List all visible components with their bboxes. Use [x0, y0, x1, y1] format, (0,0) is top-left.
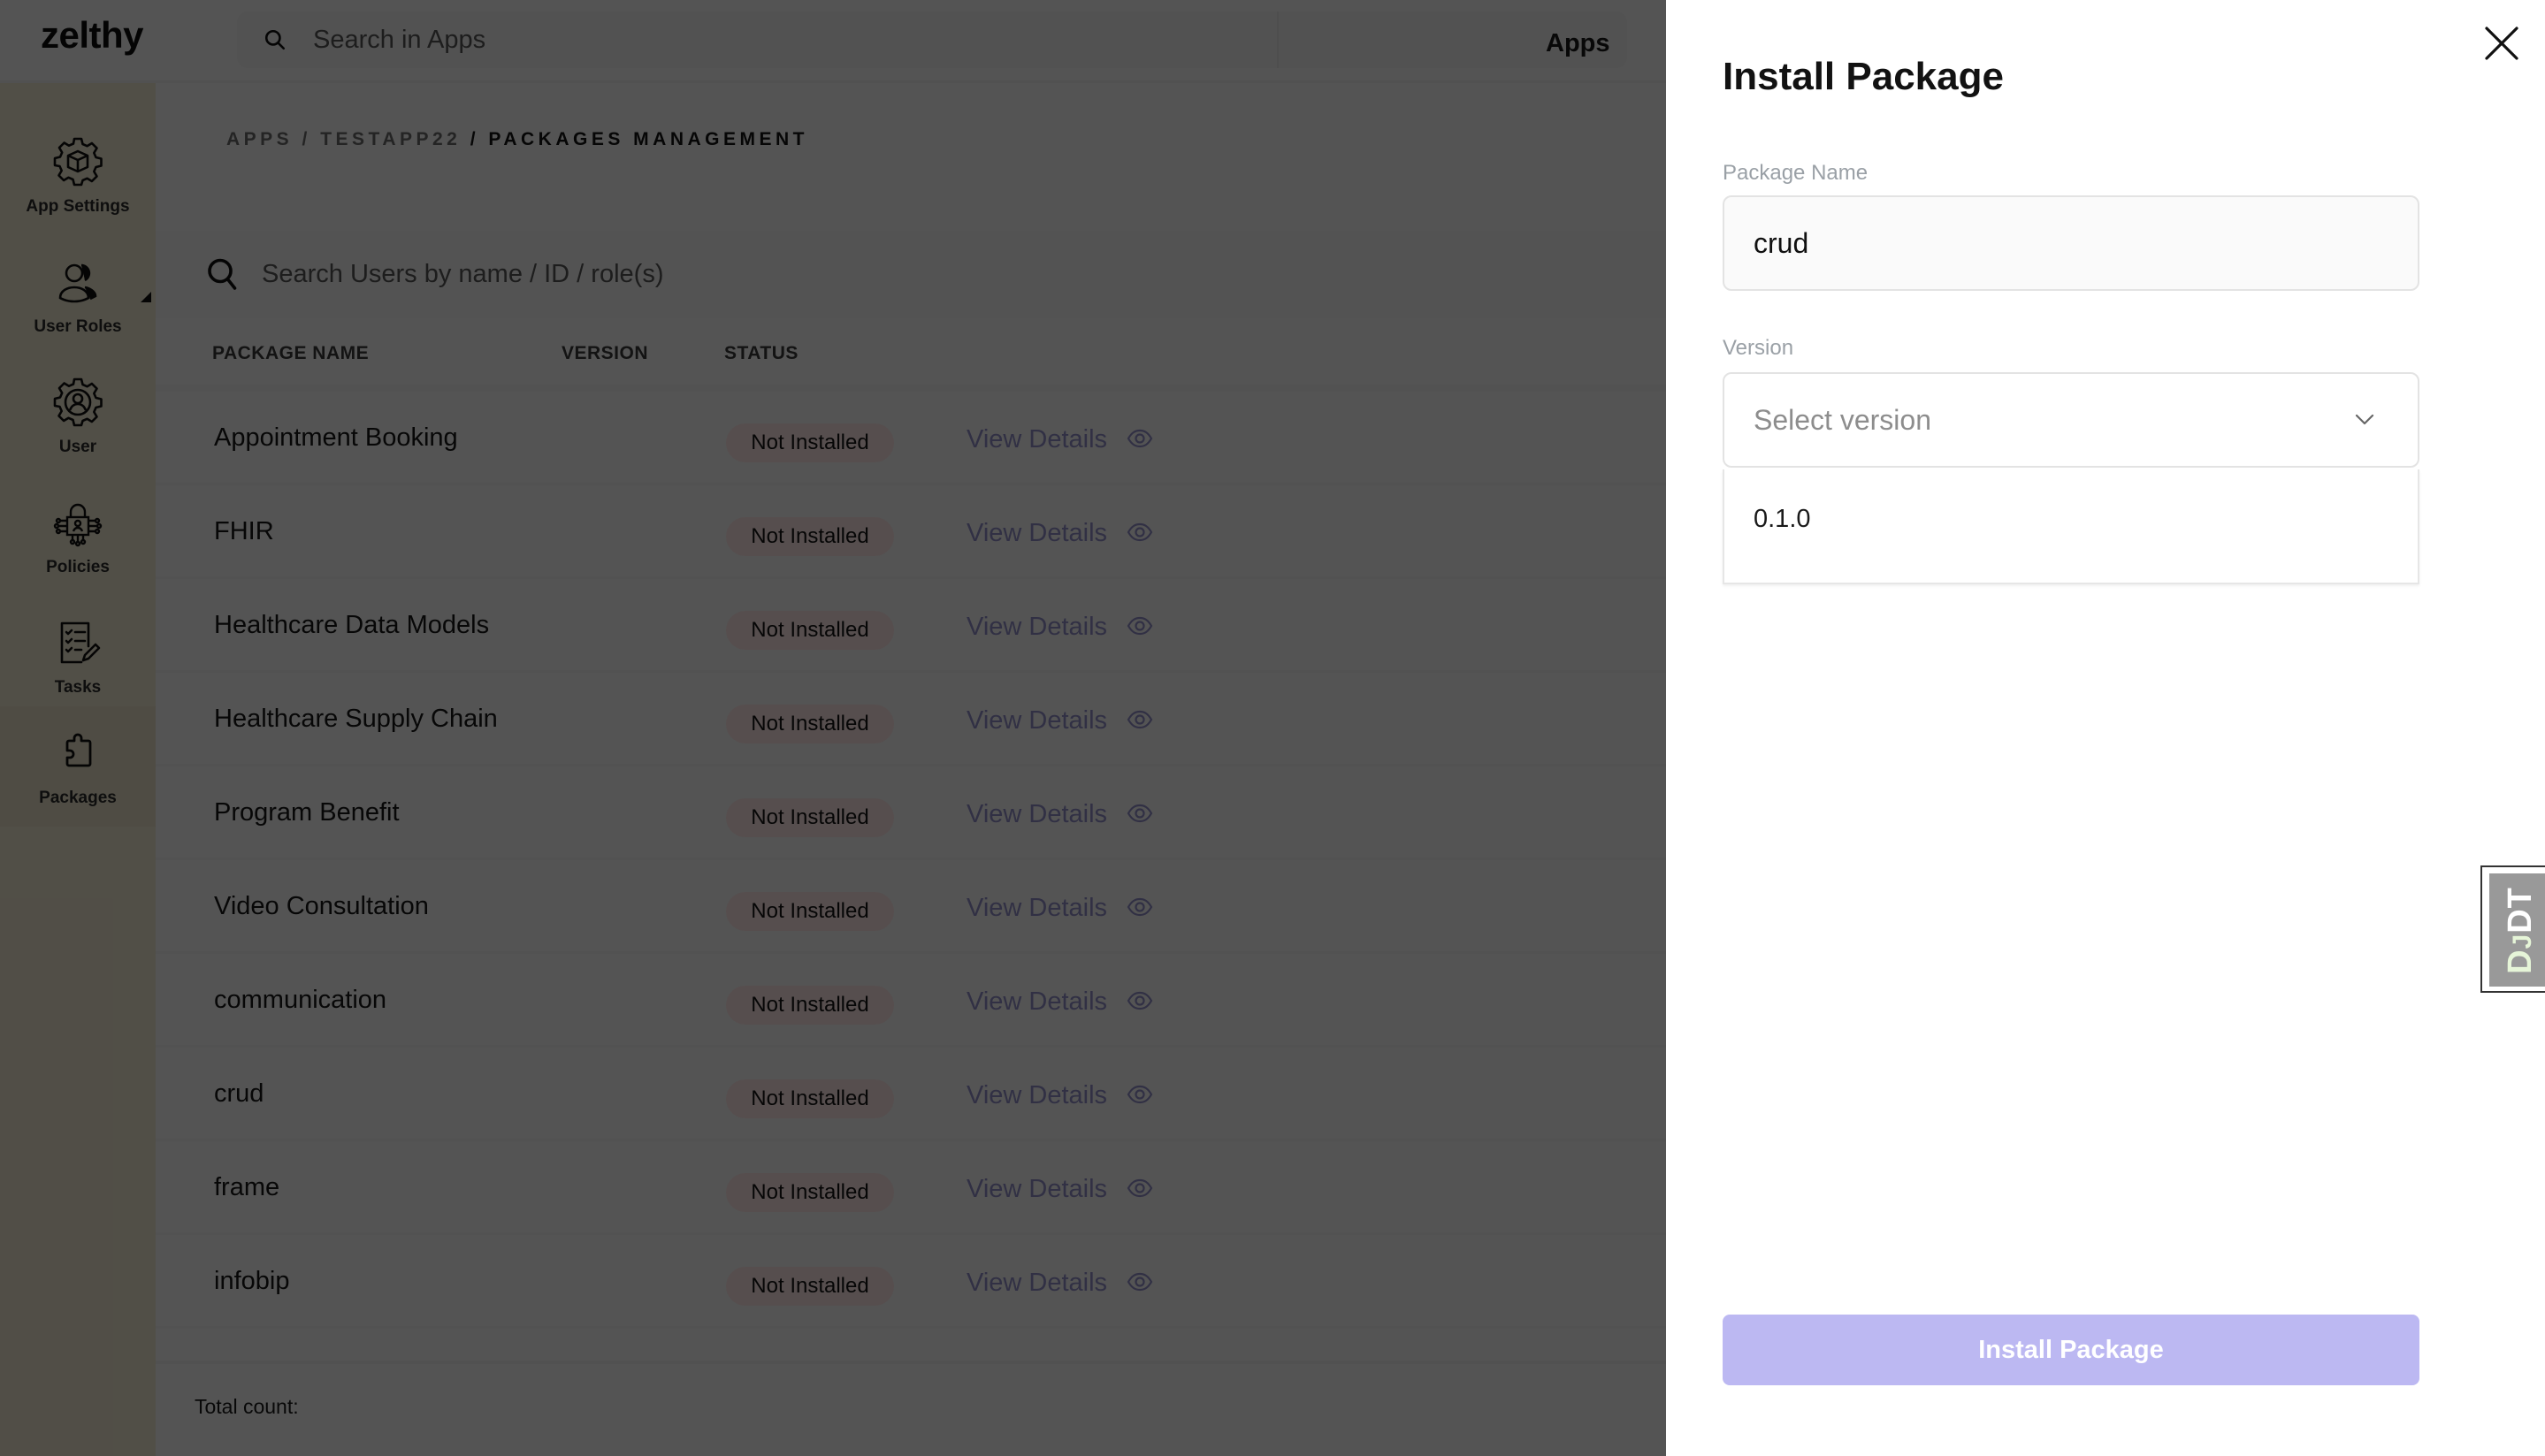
- version-label: Version: [1723, 336, 1794, 360]
- djdt-badge: DJDT: [2489, 873, 2545, 987]
- package-name-label: Package Name: [1723, 161, 1869, 185]
- djdt-label: DJDT: [2501, 886, 2539, 974]
- version-option[interactable]: 0.1.0: [1754, 505, 1811, 534]
- django-debug-toolbar-handle[interactable]: DJDT: [2480, 865, 2545, 993]
- package-name-field[interactable]: crud: [1723, 195, 2419, 291]
- install-package-button[interactable]: Install Package: [1723, 1315, 2419, 1385]
- chevron-down-icon: [2355, 414, 2374, 425]
- version-placeholder: Select version: [1754, 403, 1931, 436]
- version-dropdown-menu: 0.1.0: [1723, 469, 2419, 584]
- version-select[interactable]: Select version: [1723, 372, 2419, 468]
- drawer-title: Install Package: [1723, 55, 2004, 98]
- modal-backdrop[interactable]: [0, 0, 1666, 1456]
- package-name-value: crud: [1754, 226, 1809, 259]
- close-icon[interactable]: [2483, 25, 2520, 62]
